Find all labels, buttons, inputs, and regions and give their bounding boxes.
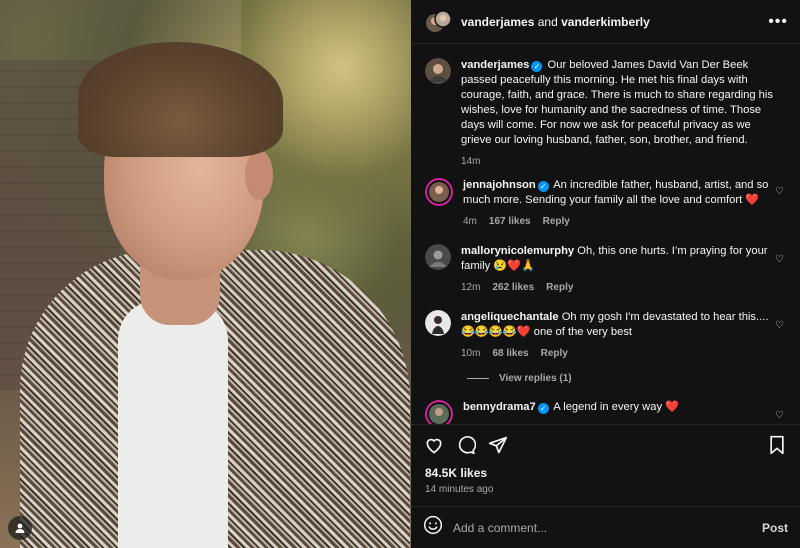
comment-username[interactable]: jennajohnson [463, 179, 536, 191]
comment-item: angeliquechantale Oh my gosh I'm devasta… [425, 310, 792, 361]
comments-list[interactable]: vanderjames ✓ Our beloved James David Van… [411, 44, 800, 424]
post-header: vanderjames and vanderkimberly ••• [411, 0, 800, 44]
add-comment-bar: Post [411, 506, 800, 548]
comment-username[interactable]: bennydrama7 [463, 401, 536, 413]
like-comment-icon[interactable]: ♡ [775, 254, 784, 265]
comment-body: angeliquechantale Oh my gosh I'm devasta… [461, 310, 773, 361]
comment-time: 10m [461, 348, 481, 359]
authors-conjunction: and [534, 14, 562, 29]
tagged-user-icon[interactable] [8, 516, 32, 540]
comment-likes[interactable]: 262 likes [492, 282, 534, 293]
replies-divider [467, 378, 489, 379]
caption-avatar[interactable] [425, 58, 451, 84]
comment-input[interactable] [453, 520, 762, 535]
caption-meta: 14m [461, 154, 777, 169]
save-bookmark-icon[interactable] [766, 434, 788, 456]
share-icon[interactable] [487, 434, 509, 456]
reply-button[interactable]: Reply [541, 348, 568, 359]
caption-time: 14m [461, 156, 481, 167]
post-actions-bar [411, 424, 800, 464]
collab-avatar[interactable] [425, 9, 451, 35]
post-comment-button[interactable]: Post [762, 521, 788, 535]
verified-badge-icon: ✓ [537, 403, 549, 414]
like-icon[interactable] [423, 434, 445, 456]
post-like-count[interactable]: 84.5K likes [425, 466, 487, 480]
comment-time: 4m [463, 216, 477, 227]
like-comment-icon[interactable]: ♡ [775, 410, 784, 421]
view-replies-label: View replies (1) [499, 373, 572, 384]
caption-body: vanderjames ✓ Our beloved James David Van… [461, 58, 777, 169]
commenter-avatar[interactable] [425, 400, 453, 424]
commenter-avatar[interactable] [425, 244, 451, 270]
commenter-avatar[interactable] [425, 178, 453, 206]
caption-username[interactable]: vanderjames [461, 59, 529, 71]
more-options-icon[interactable]: ••• [768, 13, 788, 31]
post-viewer: vanderjames and vanderkimberly ••• vande… [0, 0, 800, 548]
comment-icon[interactable] [455, 434, 477, 456]
comment-item: jennajohnson ✓ An incredible father, husb… [425, 178, 792, 229]
photo-ear [245, 150, 273, 200]
reply-button[interactable]: Reply [546, 282, 573, 293]
comment-meta: 12m 262 likes Reply [461, 280, 773, 295]
comment-meta: 10m 68 likes Reply [461, 346, 773, 361]
comment-item: mallorynicolemurphy Oh, this one hurts. … [425, 244, 792, 295]
post-timestamp: 14 minutes ago [425, 484, 494, 495]
post-side-panel: vanderjames and vanderkimberly ••• vande… [411, 0, 800, 548]
comment-username[interactable]: mallorynicolemurphy [461, 245, 574, 257]
view-replies-button[interactable]: View replies (1) [467, 373, 572, 384]
comment-likes[interactable]: 68 likes [492, 348, 528, 359]
verified-badge-icon: ✓ [531, 61, 543, 72]
verified-badge-icon: ✓ [537, 181, 549, 192]
post-authors: vanderjames and vanderkimberly [461, 15, 768, 29]
comment-body: jennajohnson ✓ An incredible father, husb… [463, 178, 775, 229]
photo-shirt [118, 300, 228, 548]
comment-meta: 4m 167 likes Reply [463, 214, 775, 229]
comment-username[interactable]: angeliquechantale [461, 311, 559, 323]
author-username[interactable]: vanderjames [461, 15, 534, 29]
caption-text: Our beloved James David Van Der Beek pas… [461, 59, 773, 146]
like-comment-icon[interactable]: ♡ [775, 186, 784, 197]
photo-hair [78, 42, 283, 157]
comment-body: mallorynicolemurphy Oh, this one hurts. … [461, 244, 773, 295]
comment-likes[interactable]: 167 likes [489, 216, 531, 227]
like-comment-icon[interactable]: ♡ [775, 320, 784, 331]
commenter-avatar[interactable] [425, 310, 451, 336]
comment-item: bennydrama7 ✓ A legend in every way ❤️ ♡ [425, 400, 792, 424]
coauthor-username[interactable]: vanderkimberly [561, 15, 650, 29]
comment-time: 12m [461, 282, 481, 293]
post-photo[interactable] [0, 0, 411, 548]
reply-button[interactable]: Reply [543, 216, 570, 227]
emoji-icon[interactable] [423, 515, 443, 540]
comment-text: A legend in every way ❤️ [553, 401, 680, 413]
caption-item: vanderjames ✓ Our beloved James David Van… [425, 58, 792, 169]
comment-body: bennydrama7 ✓ A legend in every way ❤️ [463, 400, 775, 424]
